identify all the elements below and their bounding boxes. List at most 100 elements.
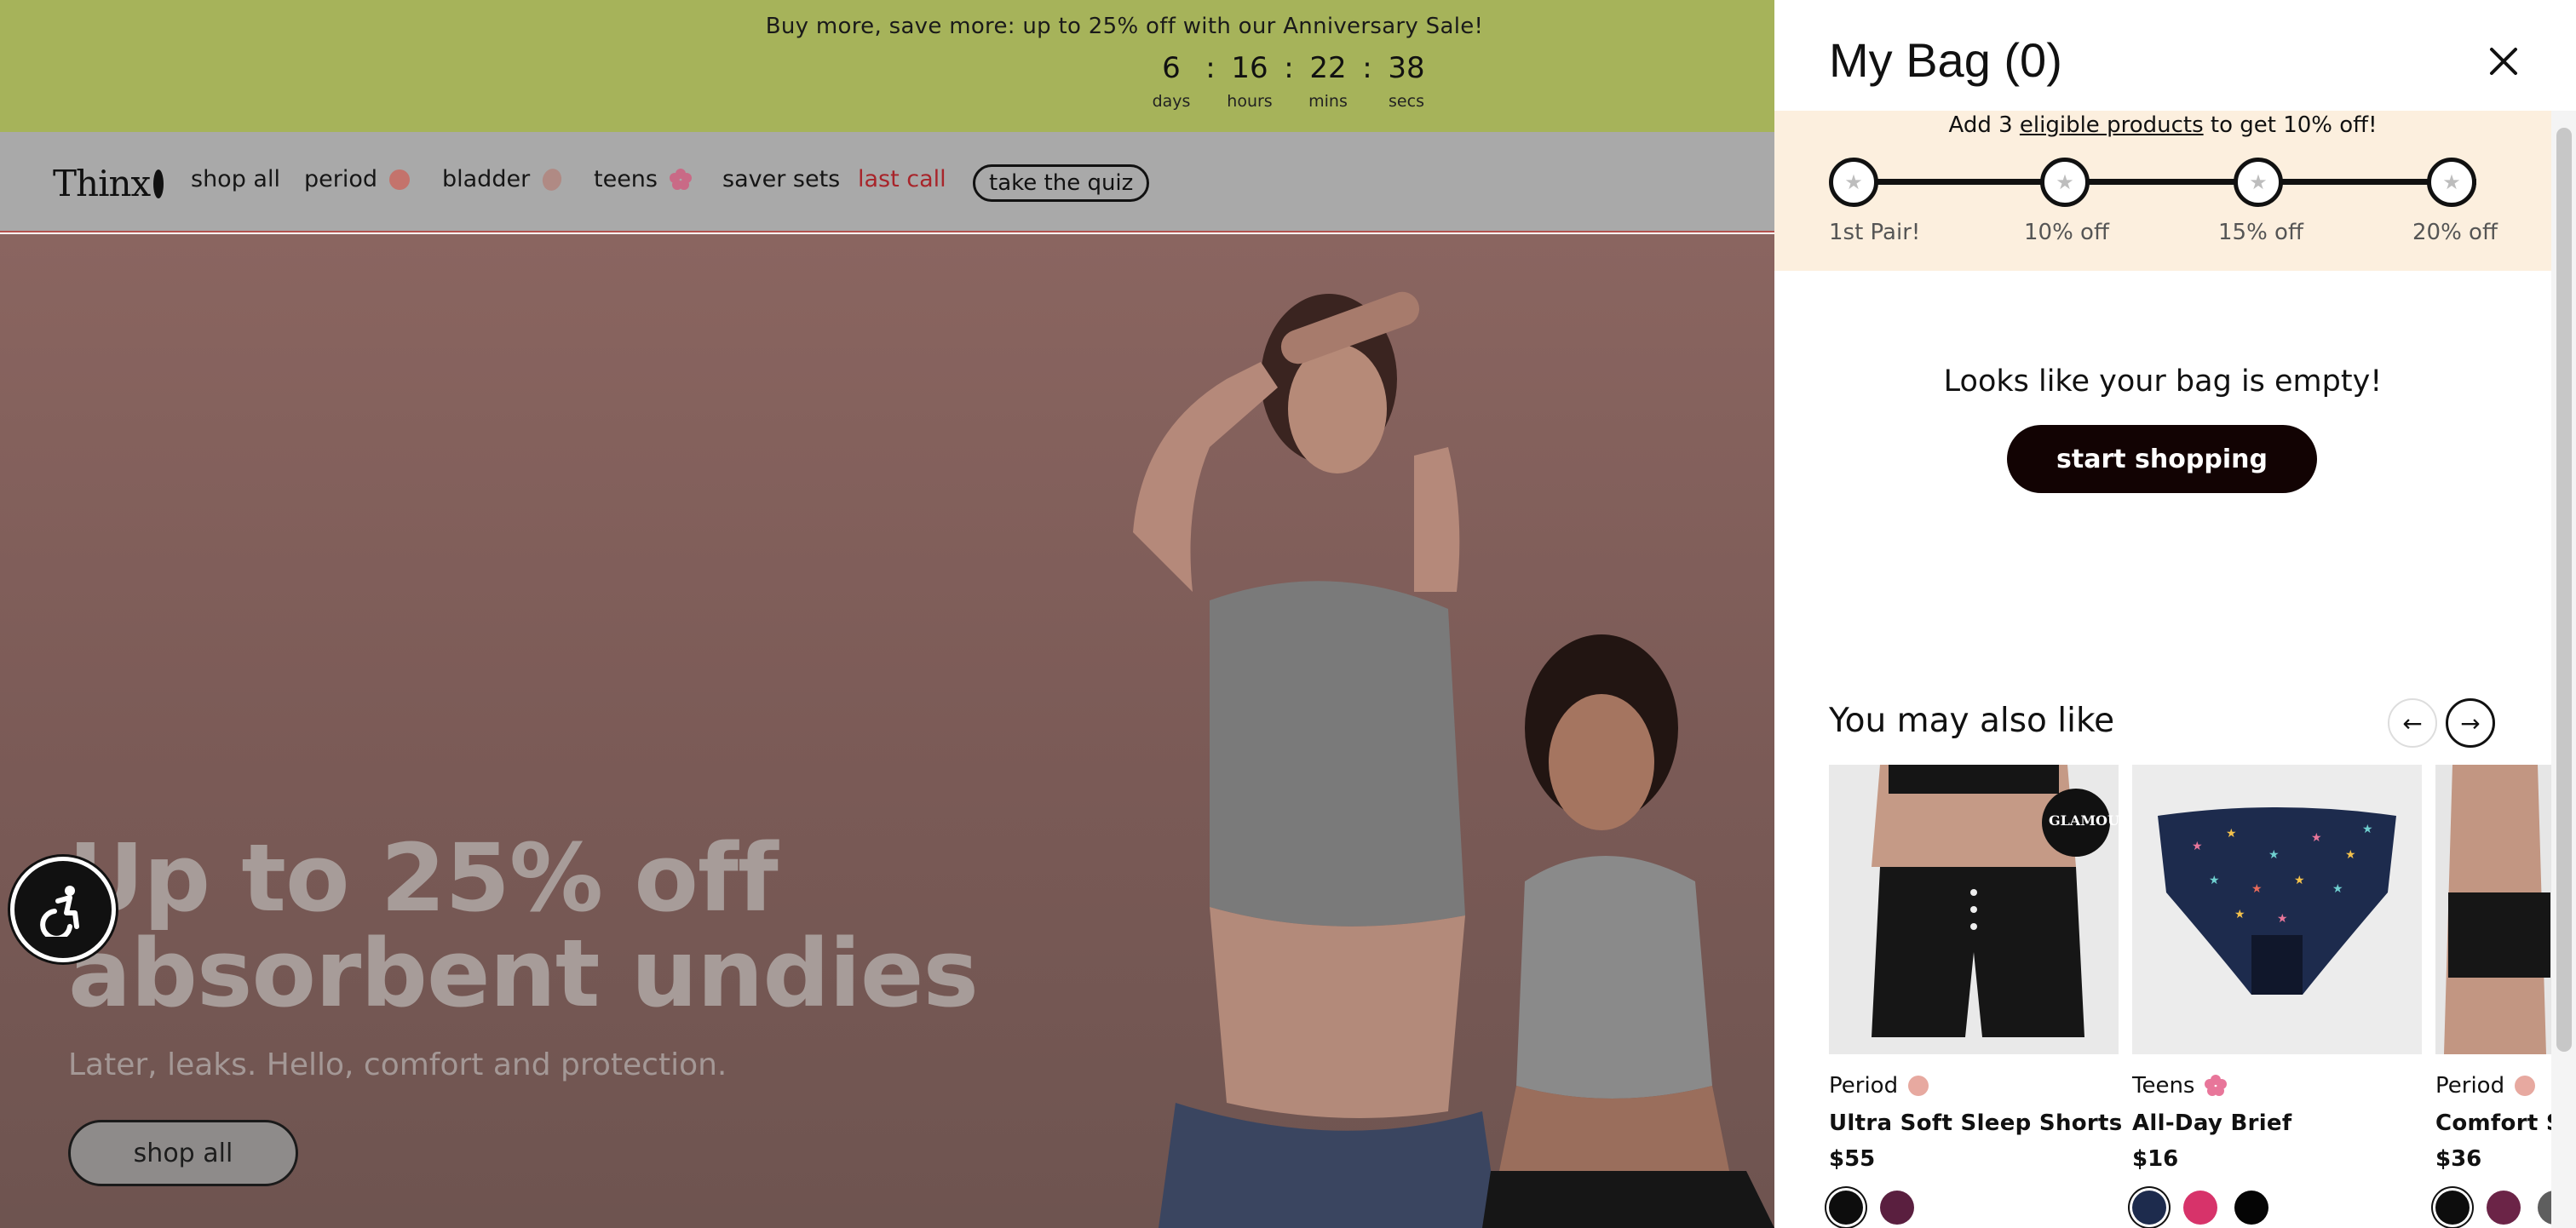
nav-last-call[interactable]: last call: [858, 166, 946, 192]
countdown-secs-label: secs: [1389, 92, 1424, 111]
svg-text:★: ★: [2226, 827, 2237, 841]
nav-teens[interactable]: teens: [594, 166, 692, 192]
countdown-mins: 22 mins: [1298, 49, 1358, 111]
countdown-days: 6 days: [1141, 49, 1201, 111]
period-dot-icon: [2515, 1076, 2536, 1096]
drawer-scrollbar-thumb[interactable]: [2556, 128, 2572, 1052]
svg-text:★: ★: [2268, 848, 2280, 862]
svg-text:★: ★: [2311, 831, 2322, 845]
product-name[interactable]: Ultra Soft Sleep Shorts: [1829, 1110, 2122, 1136]
countdown-days-value: 6: [1162, 51, 1181, 85]
storefront-page: Buy more, save more: up to 25% off with …: [0, 0, 1774, 1228]
swatch-black[interactable]: [1829, 1191, 1863, 1225]
product-category-label: Period: [2435, 1073, 2505, 1099]
product-card[interactable]: ★ ★ ★ ★ ★ ★ ★ ★ ★ ★ ★ ★ Teens All-Day Brief $16: [2132, 765, 2422, 1225]
countdown-secs-value: 38: [1388, 51, 1425, 85]
nav-period-label: period: [304, 166, 378, 192]
carousel-next-button[interactable]: →: [2446, 698, 2495, 748]
progress-track: [1854, 179, 2476, 185]
countdown-mins-label: mins: [1308, 92, 1348, 111]
svg-text:★: ★: [2332, 882, 2343, 896]
product-category: Teens: [2132, 1073, 2422, 1099]
svg-text:★: ★: [2234, 908, 2245, 921]
swatch-black[interactable]: [2435, 1191, 2470, 1225]
milestone-3-star-icon: ★: [2234, 158, 2283, 207]
sale-countdown: 6 days : 16 hours : 22 mins : 38 secs: [1141, 49, 1436, 111]
nav-shop-all-label: shop all: [191, 166, 280, 192]
nav-saver-sets[interactable]: saver sets: [722, 166, 840, 192]
svg-text:★: ★: [2192, 840, 2203, 853]
product-card[interactable]: GLAMOUR Period Ultra Soft Sleep Shorts $…: [1829, 765, 2122, 1225]
svg-text:★: ★: [2345, 848, 2356, 862]
sleep-shorts-image: [1829, 765, 2119, 1054]
countdown-mins-value: 22: [1309, 51, 1347, 85]
discount-progress: Add 3 eligible products to get 10% off! …: [1774, 111, 2551, 271]
nav-period[interactable]: period: [304, 166, 411, 192]
countdown-hours: 16 hours: [1220, 49, 1279, 111]
nav-last-call-label: last call: [858, 166, 946, 192]
discount-message-suffix: to get 10% off!: [2203, 112, 2378, 138]
teens-flower-icon: [2205, 1075, 2228, 1096]
svg-text:★: ★: [2209, 874, 2220, 887]
milestone-4-star-icon: ★: [2427, 158, 2476, 207]
countdown-separator: :: [1205, 51, 1216, 85]
nav-saver-sets-label: saver sets: [722, 166, 841, 192]
hero-shop-all-button[interactable]: shop all: [68, 1120, 298, 1186]
product-category-label: Period: [1829, 1073, 1899, 1099]
product-price: $55: [1829, 1146, 1876, 1172]
empty-bag-message: Looks like your bag is empty!: [1943, 364, 2383, 399]
svg-text:★: ★: [2251, 882, 2263, 896]
arrow-left-icon: ←: [2402, 709, 2423, 737]
swatch-pink[interactable]: [2183, 1191, 2217, 1225]
period-dot-icon: [1908, 1076, 1929, 1096]
svg-text:★: ★: [2294, 874, 2305, 887]
hero-title-line-1: Up to 25% off: [68, 823, 779, 932]
take-quiz-button[interactable]: take the quiz: [973, 164, 1150, 202]
main-nav: Thinx shop all period bladder teens save…: [0, 132, 1774, 232]
countdown-hours-label: hours: [1227, 92, 1273, 111]
nav-bladder-label: bladder: [442, 166, 531, 192]
bag-title: My Bag (0): [1829, 33, 2062, 87]
product-image[interactable]: ★ ★ ★ ★ ★ ★ ★ ★ ★ ★ ★ ★: [2132, 765, 2422, 1054]
swatch-plum[interactable]: [1880, 1191, 1914, 1225]
carousel-prev-button[interactable]: ←: [2388, 698, 2437, 748]
close-icon[interactable]: [2483, 41, 2524, 82]
countdown-secs: 38 secs: [1377, 49, 1436, 111]
milestone-4-label: 20% off: [2412, 220, 2498, 245]
milestone-1-star-icon: ★: [1829, 158, 1878, 207]
start-shopping-button[interactable]: start shopping: [2007, 425, 2317, 493]
nav-bladder[interactable]: bladder: [442, 165, 566, 193]
countdown-days-label: days: [1152, 92, 1191, 111]
color-swatches: [2132, 1191, 2422, 1225]
all-day-brief-image: ★ ★ ★ ★ ★ ★ ★ ★ ★ ★ ★ ★: [2132, 765, 2422, 1054]
swatch-plum[interactable]: [2487, 1191, 2521, 1225]
countdown-separator: :: [1284, 51, 1294, 85]
product-category: Period: [1829, 1073, 2119, 1099]
swatch-navy-stars[interactable]: [2132, 1191, 2166, 1225]
nav-teens-label: teens: [594, 166, 658, 192]
discount-message-prefix: Add 3: [1948, 112, 2020, 138]
recommendations-title: You may also like: [1829, 702, 2115, 740]
product-name[interactable]: All-Day Brief: [2132, 1110, 2422, 1136]
eligible-products-link[interactable]: eligible products: [2020, 112, 2204, 138]
countdown-separator: :: [1362, 51, 1372, 85]
milestone-3-label: 15% off: [2218, 220, 2303, 245]
cart-drawer: My Bag (0) Add 3 eligible products to ge…: [1774, 0, 2576, 1228]
glamour-badge: GLAMOUR: [2049, 812, 2119, 829]
hero-subtitle: Later, leaks. Hello, comfort and protect…: [68, 1047, 727, 1082]
logo-text: Thinx: [53, 163, 151, 204]
discount-message: Add 3 eligible products to get 10% off!: [1774, 111, 2551, 138]
color-swatches: [1829, 1191, 2119, 1225]
nav-shop-all[interactable]: shop all: [191, 166, 280, 192]
product-image[interactable]: GLAMOUR: [1829, 765, 2119, 1054]
svg-text:★: ★: [2277, 912, 2288, 926]
product-price: $16: [2132, 1146, 2179, 1172]
teens-flower-icon: [670, 168, 692, 190]
period-dot-icon: [389, 169, 411, 190]
product-category-label: Teens: [2132, 1073, 2195, 1099]
swatch-black[interactable]: [2234, 1191, 2268, 1225]
accessibility-icon[interactable]: [10, 857, 116, 962]
svg-text:★: ★: [2362, 823, 2373, 836]
thinx-logo[interactable]: Thinx: [53, 163, 164, 204]
bladder-leaf-icon: [538, 165, 566, 193]
